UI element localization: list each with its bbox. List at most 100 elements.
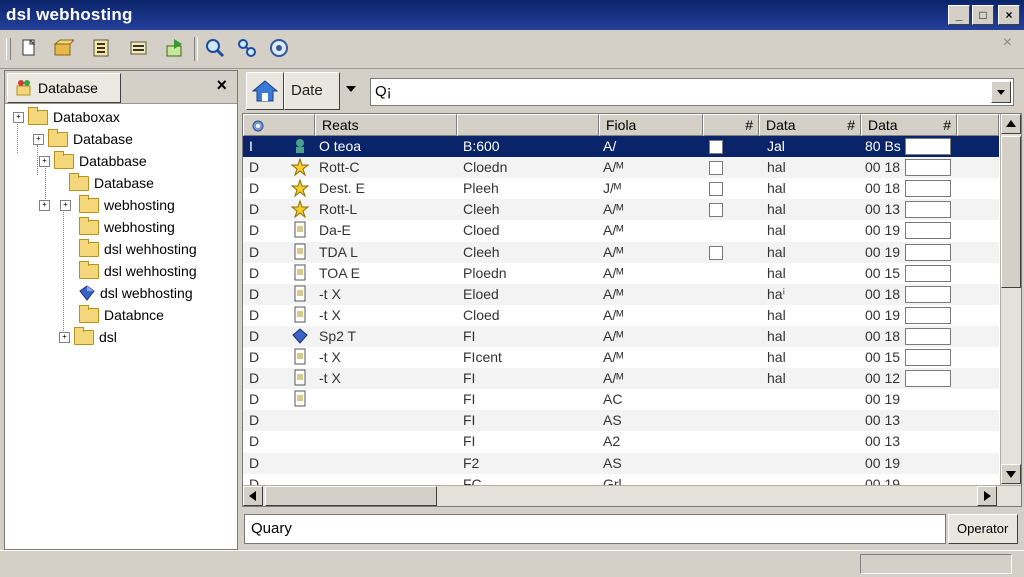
vertical-scrollbar[interactable] [1000, 114, 1021, 486]
table-row[interactable]: D -t X Eloed A/ᴹ haⁱ 00 18 [243, 283, 999, 305]
row-value-input[interactable] [905, 222, 951, 240]
toolbar-close-icon[interactable]: × [1003, 34, 1012, 52]
tree-item[interactable]: dsl wehhosting [79, 238, 197, 260]
search-input[interactable]: Q¡ [370, 78, 1014, 106]
table-row[interactable]: D Sp2 T FI A/ᴹ hal 00 18 [243, 325, 999, 347]
home-button[interactable] [246, 72, 284, 110]
new-document-icon[interactable] [18, 37, 40, 59]
column-header[interactable]: Data # [861, 114, 957, 136]
row-value-input[interactable] [905, 349, 951, 366]
scroll-left-button[interactable] [243, 486, 263, 506]
row-value-input[interactable] [905, 306, 951, 324]
table-row[interactable]: D -t X FIcent A/ᴹ hal 00 15 [243, 347, 999, 368]
column-header[interactable] [957, 114, 999, 136]
maximize-button[interactable]: □ [972, 5, 994, 25]
cell-status: Cleeh [463, 243, 500, 260]
toolbar-grip[interactable] [6, 38, 11, 60]
find-connections-icon[interactable] [236, 37, 258, 59]
expand-icon[interactable]: + [60, 199, 71, 211]
cell-status: FIcent [463, 349, 502, 365]
panel-close-icon[interactable]: × [216, 75, 227, 96]
row-value-input[interactable] [905, 327, 951, 345]
row-checkbox[interactable] [709, 182, 723, 197]
expand-icon[interactable]: + [13, 111, 24, 123]
row-checkbox[interactable] [709, 245, 723, 260]
save-icon[interactable] [90, 37, 112, 59]
expand-icon[interactable]: + [39, 155, 50, 167]
cell-status: Cloed [463, 222, 500, 239]
row-value-input[interactable] [905, 138, 951, 155]
scroll-thumb-h[interactable] [265, 486, 437, 506]
minimize-button[interactable]: _ [948, 5, 970, 25]
row-marker: D [249, 349, 260, 365]
tab-database[interactable]: Database [7, 73, 121, 103]
row-value-input[interactable] [905, 243, 951, 261]
date-button[interactable]: Date [284, 72, 340, 110]
row-value-input[interactable] [905, 201, 951, 219]
table-row[interactable]: D TDA L Cleeh A/ᴹ hal 00 19 [243, 241, 999, 263]
operator-button[interactable]: Operator [948, 514, 1018, 544]
scroll-thumb[interactable] [1001, 136, 1021, 288]
horizontal-scrollbar[interactable] [243, 485, 1021, 506]
tree-item[interactable]: dsl wehhosting [79, 260, 197, 282]
table-row[interactable]: D FI AC 00 19 [243, 389, 999, 410]
table-row[interactable]: D -t X Cloed A/ᴹ hal 00 19 [243, 305, 999, 326]
column-header-icon[interactable] [243, 114, 315, 136]
tree-item[interactable]: Databnce [79, 304, 164, 326]
title-bar: dsl webhosting _ □ × [0, 0, 1024, 30]
table-row[interactable]: D Rott-L Cleeh A/ᴹ hal 00 13 [243, 199, 999, 221]
row-value-input[interactable] [905, 370, 951, 388]
row-value-input[interactable] [905, 159, 951, 177]
cell-name: -t X [319, 370, 341, 387]
table-row[interactable]: D -t X FI A/ᴹ hal 00 12 [243, 368, 999, 390]
table-row[interactable]: D F2 AS 00 19 [243, 452, 999, 474]
cell-value: 00 19 [865, 454, 901, 471]
search-dropdown-button[interactable] [991, 81, 1011, 103]
row-checkbox[interactable] [709, 161, 723, 176]
expand-icon[interactable]: + [33, 133, 44, 145]
close-button[interactable]: × [998, 5, 1020, 25]
scroll-down-button[interactable] [1001, 464, 1021, 484]
table-row[interactable]: D Dest. E Pleeh J/ᴹ hal 00 18 [243, 178, 999, 199]
query-input[interactable]: Quary [244, 514, 946, 544]
tree-item[interactable]: + Databoxax [13, 106, 120, 128]
table-row[interactable]: D TOA E Ploedn A/ᴹ hal 00 15 [243, 263, 999, 284]
table-row[interactable]: D FI A2 00 13 [243, 431, 999, 452]
tree-item[interactable]: + + webhosting [39, 194, 175, 216]
column-header[interactable]: # [703, 114, 759, 136]
tab-label: Database [38, 80, 98, 96]
expand-icon[interactable]: + [39, 199, 50, 211]
open-box-icon[interactable] [52, 37, 76, 59]
find-icon[interactable] [204, 37, 226, 59]
chevron-down-icon[interactable] [346, 86, 356, 92]
column-header[interactable]: Fiola [599, 114, 703, 136]
tree-item[interactable]: Database [69, 172, 154, 194]
tree-item[interactable]: + dsl [59, 326, 117, 348]
tree-item[interactable]: dsl webhosting [79, 282, 193, 304]
tree-item[interactable]: + Database [33, 128, 133, 150]
table-row[interactable]: D Da-E Cloed A/ᴹ hal 00 19 [243, 220, 999, 241]
row-checkbox[interactable] [709, 203, 723, 218]
row-checkbox[interactable] [709, 140, 723, 154]
column-header[interactable]: Reats [315, 114, 457, 136]
column-header[interactable] [457, 114, 599, 136]
table-row[interactable]: D Rott-C Cloedn A/ᴹ hal 00 18 [243, 157, 999, 179]
copy-icon[interactable] [128, 37, 150, 59]
row-marker: D [249, 180, 260, 197]
column-header[interactable]: Data # [759, 114, 861, 136]
row-value-input[interactable] [905, 180, 951, 198]
scroll-up-button[interactable] [1001, 114, 1021, 134]
export-icon[interactable] [164, 37, 186, 59]
table-row[interactable]: D FI AS 00 13 [243, 410, 999, 432]
cell-data: hal [767, 201, 786, 218]
row-value-input[interactable] [905, 285, 951, 303]
network-icon[interactable] [268, 37, 290, 59]
cell-value: 00 13 [865, 433, 901, 450]
tree-item-label: dsl webhosting [100, 285, 193, 301]
scroll-right-button[interactable] [977, 486, 997, 506]
tree-item[interactable]: webhosting [79, 216, 175, 238]
table-row[interactable]: I O teoa B:600 A/ Jal 80 Bs [243, 136, 999, 157]
row-value-input[interactable] [905, 264, 951, 282]
expand-icon[interactable]: + [59, 331, 70, 343]
tree-item[interactable]: + Databbase [39, 150, 147, 172]
